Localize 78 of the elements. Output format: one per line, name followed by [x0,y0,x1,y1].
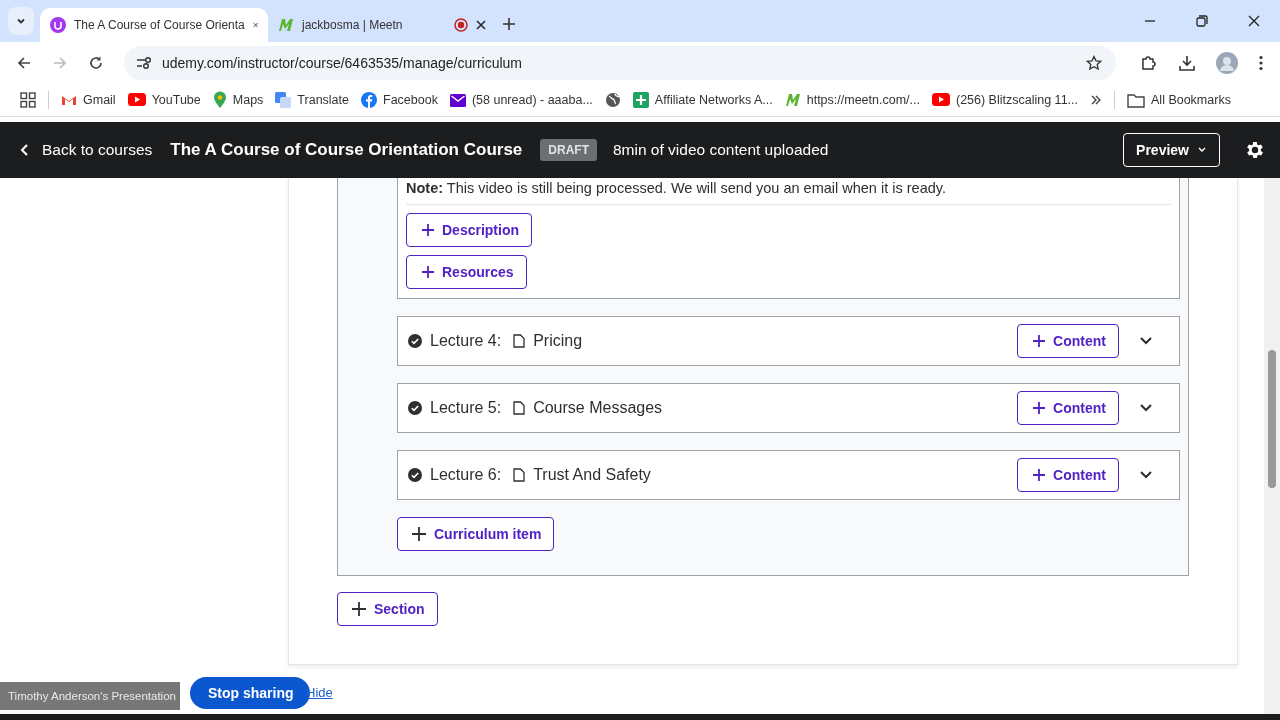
curriculum-item-button[interactable]: Curriculum item [397,517,555,551]
udemy-icon [50,17,66,33]
presentation-label: Timothy Anderson's Presentation [0,682,180,710]
meetn-icon [278,17,294,33]
preview-button[interactable]: Preview [1123,133,1220,167]
document-icon [513,334,526,348]
bookmark[interactable]: https://meetn.com/... [784,92,920,108]
section-button[interactable]: Section [337,592,438,626]
back-arrow-icon[interactable] [16,55,32,71]
site-settings-icon[interactable] [136,55,152,71]
plus-icon [1033,335,1046,347]
lecture-title: Trust And Safety [533,466,651,484]
bookmark[interactable]: (58 unread) - aaaba... [449,93,593,107]
meetn-icon [784,92,801,108]
plus-icon [422,266,434,278]
facebook-icon [361,92,377,108]
apps-grid-icon[interactable] [20,92,36,108]
star-icon[interactable] [1086,55,1102,71]
restore-icon[interactable] [1196,15,1208,27]
chevron-left-icon [20,143,30,157]
document-icon [513,468,526,482]
processing-note: Note: This video is still being processed. We will send you an email when it is ready. [406,180,946,196]
bookmark[interactable]: Gmail [61,92,116,108]
bookmark[interactable] [604,92,621,108]
browser-tab[interactable]: The A Course of Course Orienta [40,8,268,42]
stop-sharing-button[interactable]: Stop sharing [190,677,310,709]
extensions-icon[interactable] [1140,54,1158,72]
bookmark[interactable]: Facebook [361,92,438,108]
plus-icon [1033,469,1046,481]
content-button[interactable]: Content [1017,458,1119,492]
browser-tab[interactable]: jackbosma | Meetn [268,8,496,42]
upload-info: 8min of video content uploaded [612,141,829,159]
close-icon[interactable] [1248,15,1260,27]
lecture-title: Pricing [533,332,583,350]
plus-icon [352,602,366,616]
lecture-label: Lecture 5: [430,399,502,417]
menu-icon[interactable] [1258,55,1264,71]
plus-icon [412,527,426,541]
translate-icon [275,92,292,108]
bookmark[interactable]: (256) Blitzscaling 11... [931,93,1078,107]
play-icon [931,93,950,107]
scrollbar-thumb[interactable] [1268,350,1276,488]
plus-icon [632,92,649,108]
envelope-icon [449,93,466,107]
new-tab-icon[interactable] [502,17,516,31]
chevron-down-icon[interactable] [1139,403,1153,413]
play-icon [127,93,146,107]
add-button[interactable]: Description [406,213,532,247]
folder-icon [1127,92,1145,108]
bookmark[interactable]: YouTube [127,93,201,107]
content-button[interactable]: Content [1017,391,1119,425]
address-bar[interactable]: udemy.com/instructor/course/6463535/manage/curriculum [124,46,1116,80]
plus-icon [1033,402,1046,414]
scrollbar[interactable] [1264,178,1280,714]
plus-icon [422,224,434,236]
add-button[interactable]: Resources [406,255,527,289]
settings-icon[interactable] [1244,139,1266,161]
reload-icon[interactable] [88,55,104,71]
caret-icon [1197,146,1207,154]
globe-icon [604,92,621,108]
status-badge: DRAFT [540,139,597,161]
course-title: The A Course of Course Orientation Course [170,140,523,160]
overflow-chevrons-icon[interactable] [1090,94,1102,106]
back-link[interactable]: Back to courses [20,141,153,159]
document-icon [513,401,526,415]
bookmark[interactable]: Maps [212,91,264,109]
lecture-title: Course Messages [533,399,663,417]
all-bookmarks[interactable]: All Bookmarks [1127,92,1231,108]
bookmark[interactable]: Translate [275,92,349,108]
download-icon[interactable] [1178,54,1196,72]
map-pin-icon [212,91,227,109]
chevron-down-icon[interactable] [1139,470,1153,480]
content-button[interactable]: Content [1017,324,1119,358]
close-icon[interactable] [476,20,486,30]
lecture-label: Lecture 4: [430,332,502,350]
lecture-label: Lecture 6: [430,466,502,484]
chevron-down-icon[interactable] [1139,336,1153,346]
bookmark[interactable]: Affiliate Networks A... [632,92,773,108]
